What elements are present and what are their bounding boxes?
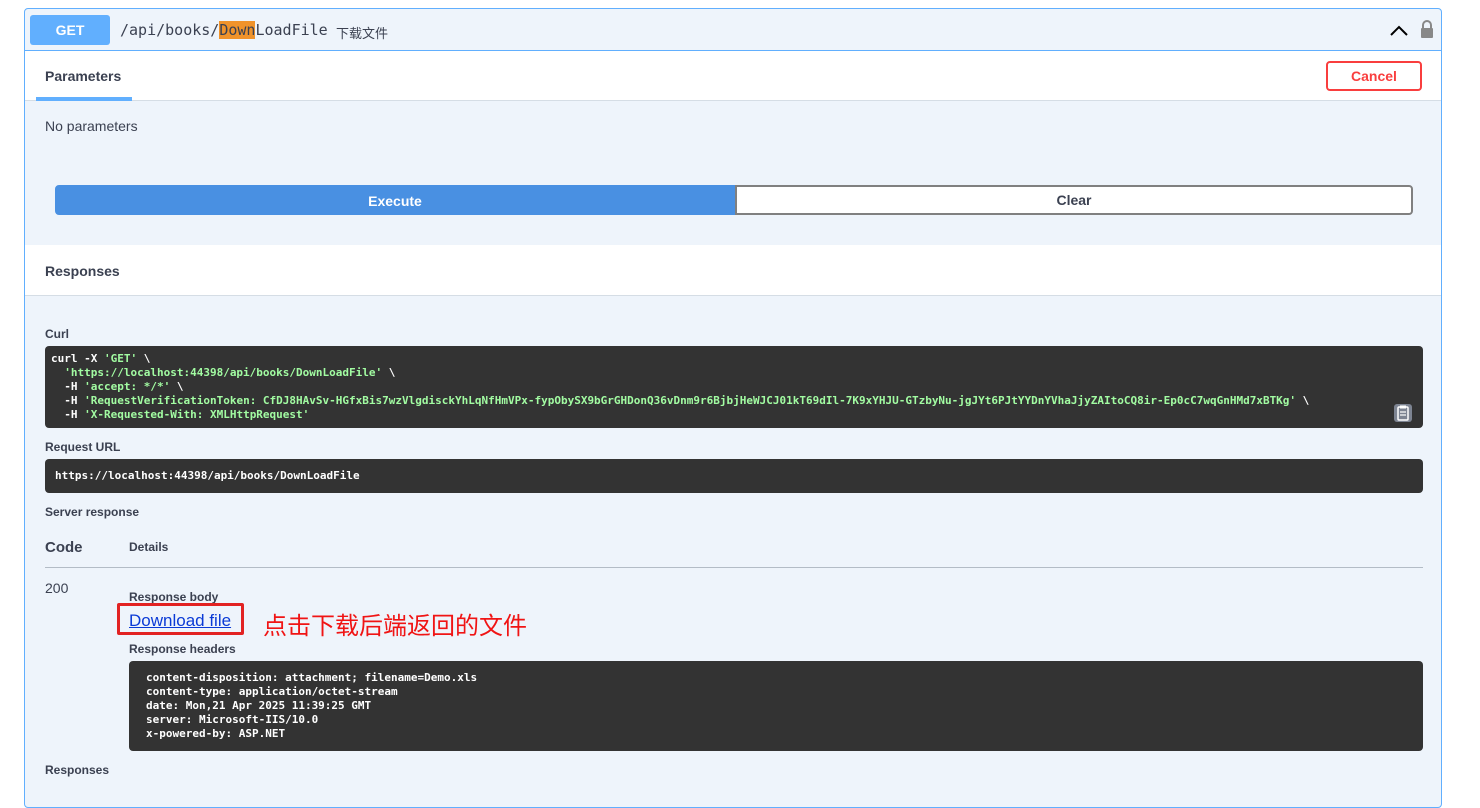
header-line: date: Mon,21 Apr 2025 11:39:25 GMT — [146, 699, 372, 712]
lock-icon[interactable] — [1419, 19, 1435, 39]
curl-line: -H 'X-Requested-With: XMLHttpRequest' — [51, 408, 310, 421]
curl-line: 'https://localhost:44398/api/books/DownL… — [64, 366, 396, 379]
clipboard-icon[interactable] — [1393, 403, 1413, 423]
table-divider — [45, 567, 1423, 568]
operation-path: /api/books/DownLoadFile — [120, 21, 328, 39]
response-headers-label: Response headers — [129, 642, 236, 656]
parameters-header: Parameters Cancel — [25, 51, 1441, 101]
path-suffix: LoadFile — [255, 21, 328, 39]
chevron-up-icon[interactable] — [1389, 21, 1409, 41]
cancel-button[interactable]: Cancel — [1326, 61, 1422, 91]
curl-line: curl -X 'GET' \ — [51, 352, 151, 365]
clear-button[interactable]: Clear — [735, 185, 1413, 215]
path-prefix: /api/books/ — [120, 21, 220, 39]
curl-code-block[interactable]: curl -X 'GET' \ 'https://localhost:44398… — [45, 346, 1423, 428]
operation-description: 下载文件 — [336, 26, 389, 41]
operation-summary[interactable]: GET /api/books/DownLoadFile 下载文件 — [25, 9, 1441, 51]
tab-parameters[interactable]: Parameters — [36, 51, 132, 101]
method-badge: GET — [30, 15, 110, 45]
response-body-label: Response body — [129, 590, 219, 604]
response-code: 200 — [45, 580, 69, 596]
header-line: server: Microsoft-IIS/10.0 — [146, 713, 319, 726]
details-column-header: Details — [129, 540, 169, 554]
responses-bottom-label: Responses — [45, 763, 110, 777]
request-url-label: Request URL — [45, 440, 121, 454]
curl-line: -H 'RequestVerificationToken: CfDJ8HAvSv… — [51, 394, 1310, 407]
curl-label: Curl — [45, 327, 69, 341]
execute-button[interactable]: Execute — [55, 185, 735, 215]
curl-line: -H 'accept: */*' \ — [51, 380, 184, 393]
server-response-label: Server response — [45, 505, 140, 519]
header-line: content-type: application/octet-stream — [146, 685, 398, 698]
annotation-text: 点击下载后端返回的文件 — [263, 613, 527, 640]
no-parameters-text: No parameters — [45, 118, 138, 134]
download-file-link[interactable]: Download file — [129, 611, 231, 631]
operation-block: GET /api/books/DownLoadFile 下载文件 Paramet… — [24, 8, 1442, 808]
path-highlight: Down — [219, 21, 256, 39]
request-url-block[interactable]: https://localhost:44398/api/books/DownLo… — [45, 459, 1423, 493]
responses-header: Responses — [25, 245, 1441, 296]
code-column-header: Code — [45, 539, 83, 556]
header-line: x-powered-by: ASP.NET — [146, 727, 286, 740]
response-headers-block[interactable]: content-disposition: attachment; filenam… — [129, 661, 1423, 751]
header-line: content-disposition: attachment; filenam… — [146, 671, 478, 684]
